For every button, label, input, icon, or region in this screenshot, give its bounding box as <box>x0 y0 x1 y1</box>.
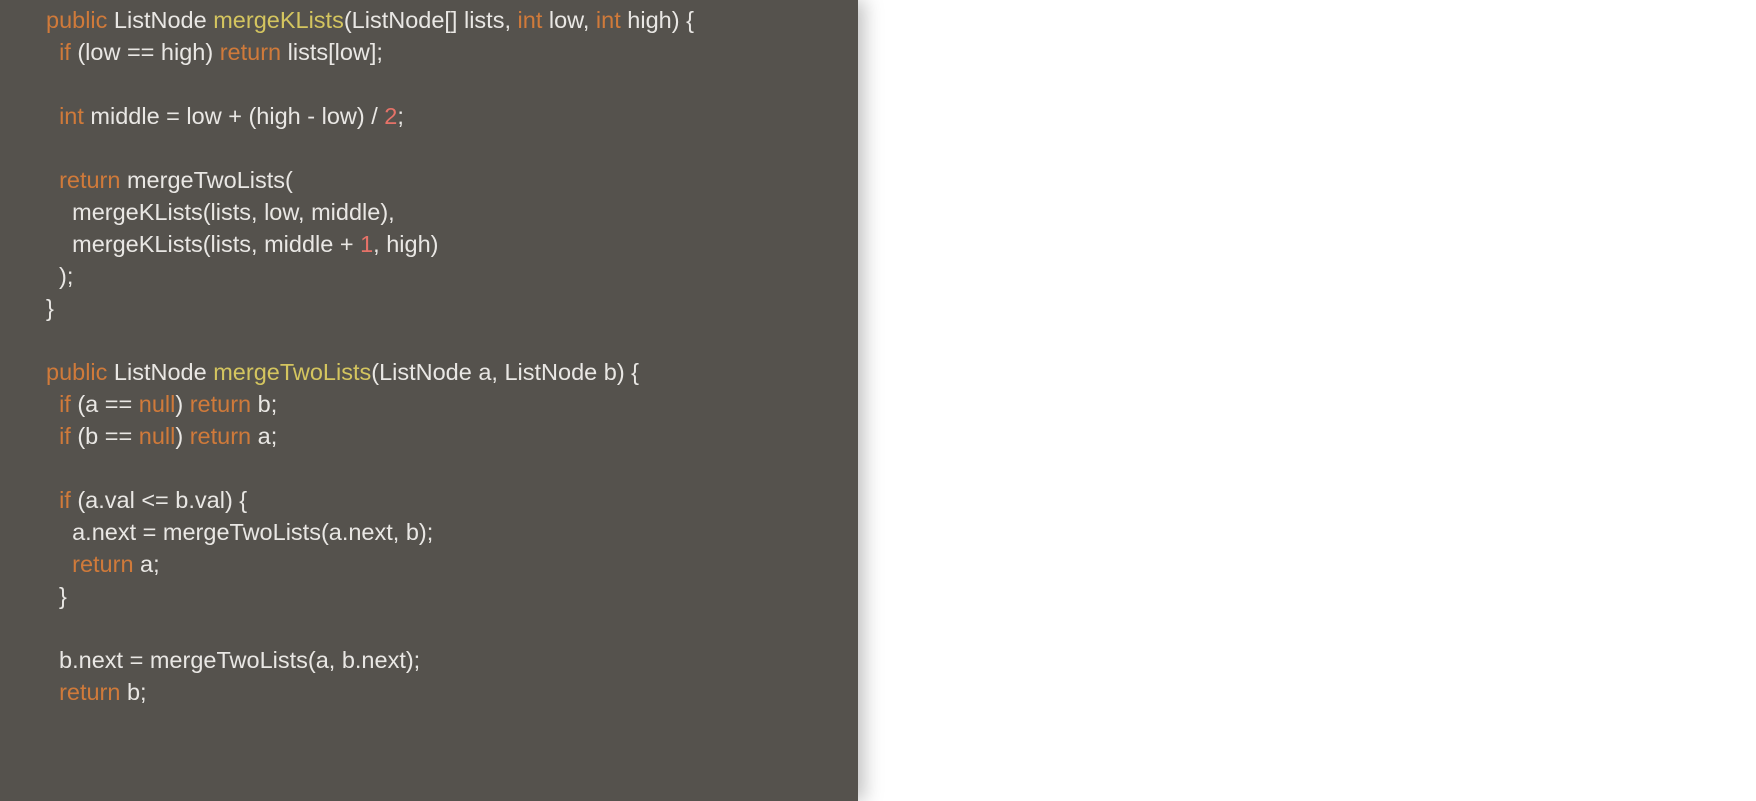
code-content: public ListNode mergeKLists(ListNode[] l… <box>46 4 858 708</box>
code-editor-pane[interactable]: public ListNode mergeKLists(ListNode[] l… <box>0 0 858 801</box>
